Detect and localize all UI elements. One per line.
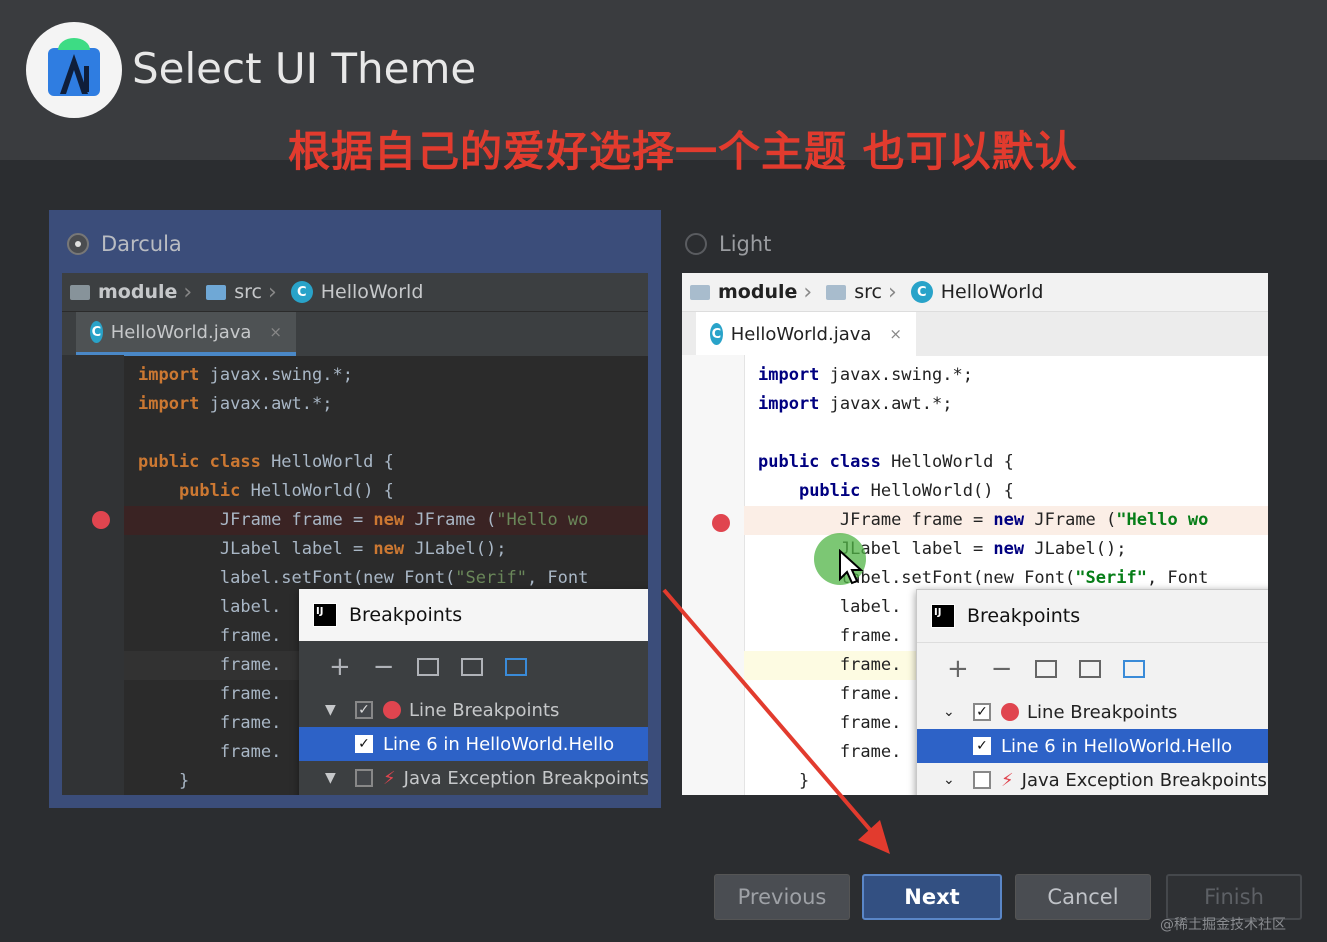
cancel-button[interactable]: Cancel bbox=[1015, 874, 1151, 920]
previous-button[interactable]: Previous bbox=[714, 874, 850, 920]
watermark: @稀土掘金技术社区 bbox=[1160, 917, 1286, 933]
annotation-arrow-icon bbox=[662, 588, 890, 854]
next-button[interactable]: Next bbox=[862, 874, 1002, 920]
